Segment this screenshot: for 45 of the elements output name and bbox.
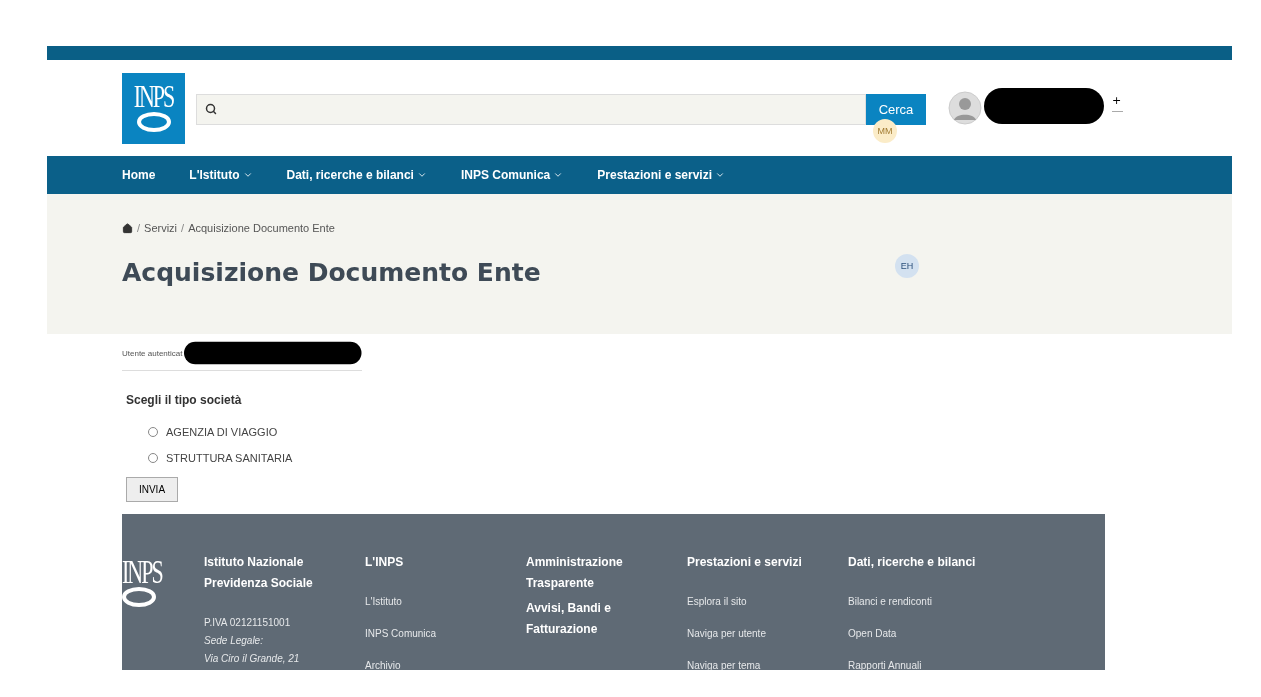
nav-item[interactable]: INPS Comunica xyxy=(460,168,564,182)
nav-item[interactable]: L'Istituto xyxy=(189,168,253,182)
radio-button[interactable] xyxy=(148,427,158,437)
search-icon xyxy=(205,103,217,115)
footer-heading[interactable]: Amministrazione Trasparente xyxy=(526,552,656,594)
swirl-icon xyxy=(136,112,171,132)
breadcrumb-separator: / xyxy=(137,222,141,234)
footer-link[interactable]: INPS Comunica xyxy=(365,627,526,641)
form-legend: Scegli il tipo società xyxy=(126,393,1232,407)
footer-link[interactable]: Bilanci e rendiconti xyxy=(848,595,1009,609)
nav-item[interactable]: Prestazioni e servizi xyxy=(597,168,725,182)
search-field[interactable] xyxy=(196,93,866,125)
radio-option[interactable]: STRUTTURA SANITARIA xyxy=(148,445,1232,471)
footer-link[interactable]: Naviga per utente xyxy=(687,627,848,641)
footer-logo: INPS xyxy=(122,552,204,670)
nav-item[interactable]: Home xyxy=(122,168,156,182)
user-label: Utente autenticat xyxy=(122,348,183,358)
footer-heading[interactable]: L'INPS xyxy=(365,552,495,573)
swirl-icon xyxy=(122,587,156,607)
page-title: Acquisizione Documento Ente xyxy=(122,258,541,287)
footer-heading[interactable]: Dati, ricerche e bilanci xyxy=(848,552,978,573)
radio-option[interactable]: AGENZIA DI VIAGGIO xyxy=(148,419,1232,445)
initials-badge: EH xyxy=(895,254,919,278)
chevron-icon xyxy=(242,170,253,180)
footer-link[interactable]: L'Istituto xyxy=(365,595,526,609)
radio-button[interactable] xyxy=(148,453,158,463)
breadcrumb-link[interactable]: Acquisizione Documento Ente xyxy=(188,222,335,234)
avatar-icon[interactable] xyxy=(948,91,982,125)
breadcrumb-link[interactable]: Servizi xyxy=(144,222,178,234)
breadcrumb-separator: / xyxy=(181,222,185,234)
expand-link[interactable]: + xyxy=(1112,94,1124,112)
footer-link[interactable]: Archivio xyxy=(365,659,526,670)
chevron-icon xyxy=(416,170,427,180)
chevron-icon xyxy=(715,170,725,180)
footer-link[interactable]: Open Data xyxy=(848,627,1009,641)
nav-item[interactable]: Dati, ricerche e bilanci xyxy=(286,168,427,182)
inps-logo[interactable]: INPS xyxy=(122,72,185,144)
submit-button[interactable]: INVIA xyxy=(126,477,178,502)
home-icon[interactable] xyxy=(122,222,133,234)
search-button[interactable]: Cerca xyxy=(866,93,926,125)
footer-heading[interactable]: Istituto Nazionale Previdenza Sociale xyxy=(204,552,334,594)
footer-heading[interactable]: Avvisi, Bandi e Fatturazione xyxy=(526,598,656,640)
footer-heading[interactable]: Prestazioni e servizi xyxy=(687,552,817,573)
footer-link[interactable]: Esplora il sito xyxy=(687,595,848,609)
chevron-icon xyxy=(553,170,564,180)
